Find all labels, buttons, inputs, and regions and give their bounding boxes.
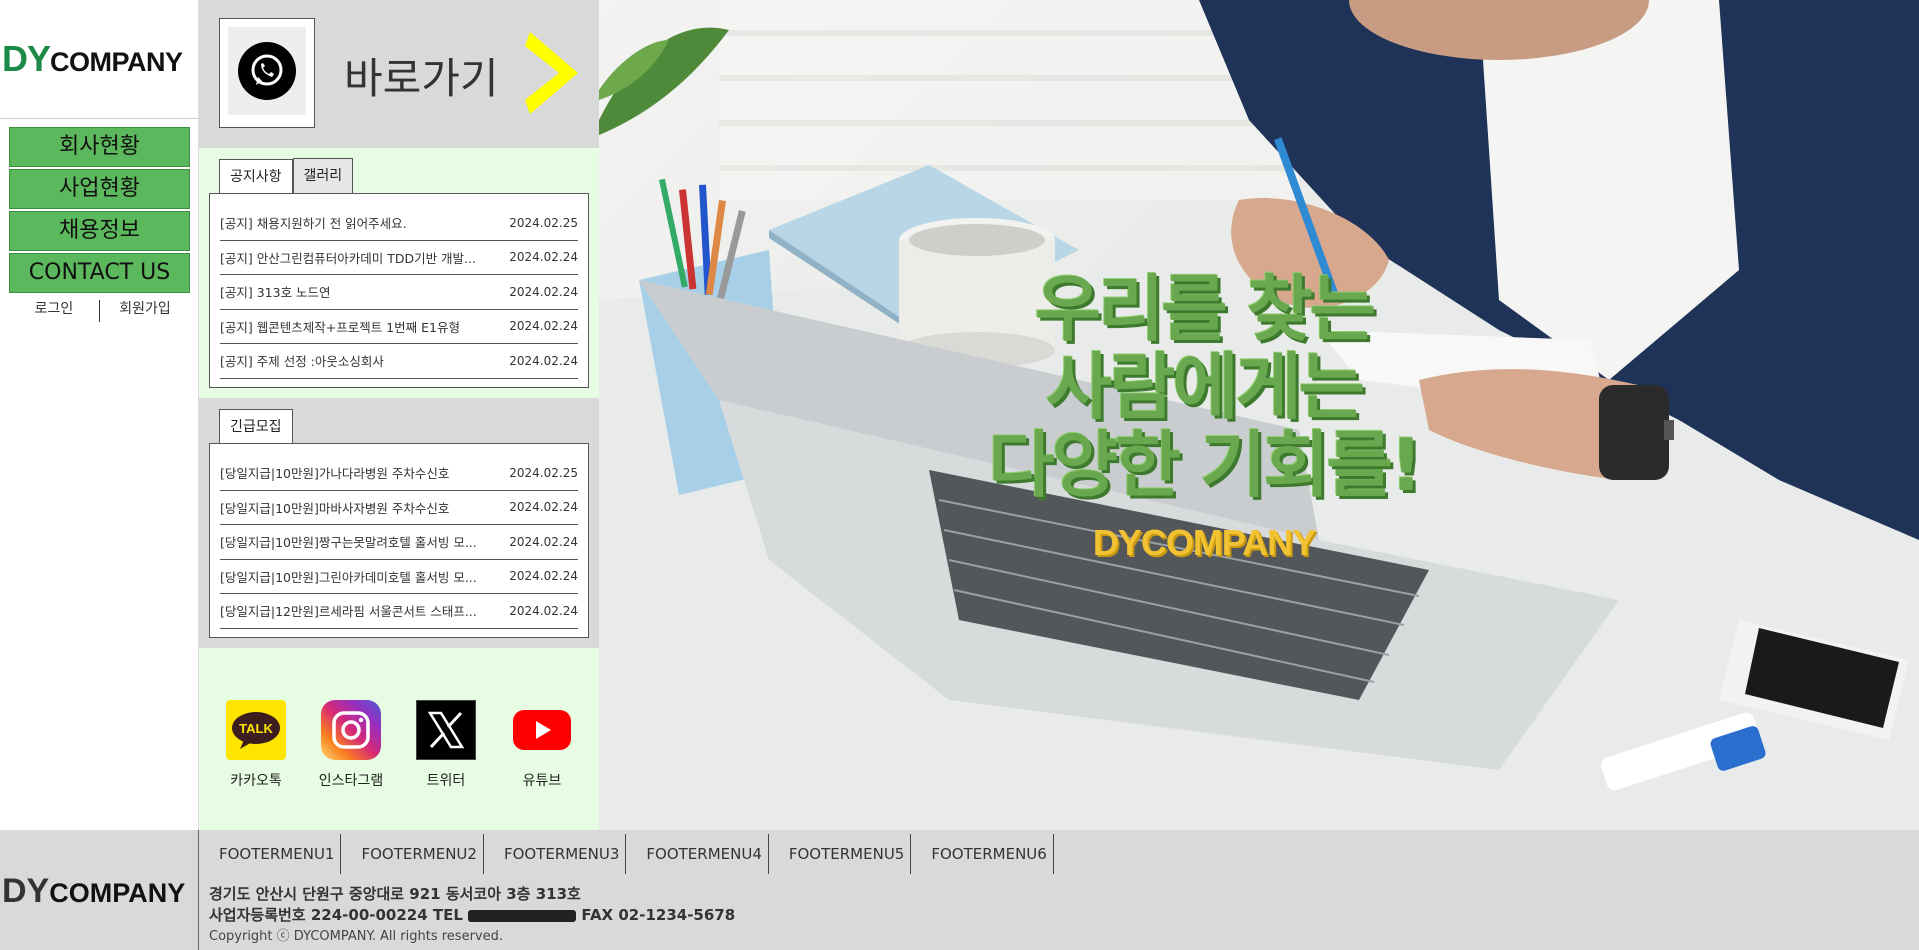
kakaotalk-icon: TALK — [226, 700, 286, 760]
notice-panel: 공지사항 갤러리 [공지] 채용지원하기 전 읽어주세요. 2024.02.25 … — [199, 148, 599, 398]
sidebar: DYCOMPANY 회사현황 사업현황 채용정보 CONTACT US 로그인 … — [0, 0, 199, 830]
urgent-list: [당일지급|10만원]가나다라병원 주차수신호 2024.02.25 [당일지급|… — [209, 443, 589, 638]
footer-logo-dy: DY — [2, 872, 50, 910]
footer-menu-6[interactable]: FOOTERMENU6 — [911, 834, 1054, 874]
kakaotalk-link[interactable]: TALK 카카오톡 — [221, 700, 291, 790]
notice-date: 2024.02.24 — [509, 319, 578, 334]
menu-business-status[interactable]: 사업현황 — [9, 169, 190, 209]
login-link[interactable]: 로그인 — [9, 298, 99, 322]
notice-title: [공지] 안산그린컴퓨터아카데미 TDD기반 개발... — [220, 250, 476, 266]
tab-gallery[interactable]: 갤러리 — [292, 158, 354, 194]
list-item[interactable]: [공지] 313호 노드연 2024.02.24 — [220, 275, 578, 310]
company-logo[interactable]: DYCOMPANY — [2, 38, 183, 80]
logo-dy: DY — [2, 38, 51, 79]
job-title: [당일지급|12만원]르세라핌 서울콘서트 스태프... — [220, 604, 477, 620]
job-title: [당일지급|10만원]그린아카데미호텔 홀서빙 모... — [220, 569, 477, 585]
shortcut-banner[interactable]: 바로가기 — [199, 0, 599, 148]
hero-brand: DYCOMPANY — [1092, 522, 1316, 563]
footer-menu-2[interactable]: FOOTERMENU2 — [341, 834, 484, 874]
notice-title: [공지] 채용지원하기 전 읽어주세요. — [220, 216, 407, 232]
instagram-label: 인스타그램 — [318, 773, 384, 789]
job-date: 2024.02.25 — [509, 465, 578, 480]
footer-business-line: 사업자등록번호 224-00-00224 TEL FAX 02-1234-567… — [209, 905, 735, 926]
footer-logo[interactable]: DYCOMPANY — [2, 872, 185, 911]
tab-notice[interactable]: 공지사항 — [219, 159, 293, 195]
biz-label: 사업자등록번호 — [209, 906, 306, 924]
youtube-link[interactable]: 유튜브 — [507, 700, 577, 790]
hero-headline: 우리를 찾는 사람에게는 다양한 기회를! DYCOMPANY — [969, 270, 1439, 564]
tab-urgent-recruit[interactable]: 긴급모집 — [219, 409, 293, 445]
list-item[interactable]: [당일지급|10만원]마바사자병원 주차수신호 2024.02.24 — [220, 491, 578, 525]
social-links: TALK 카카오톡 인스타그램 트위터 유튜브 — [199, 648, 599, 830]
youtube-icon — [512, 700, 572, 760]
shortcut-label: 바로가기 — [344, 54, 499, 103]
notice-date: 2024.02.24 — [509, 353, 578, 368]
notice-title: [공지] 웹콘텐츠제작+프로젝트 1번째 E1유형 — [220, 319, 460, 335]
footer-logo-company: COMPANY — [49, 878, 186, 908]
footer: DYCOMPANY FOOTERMENU1 FOOTERMENU2 FOOTER… — [0, 830, 1919, 950]
footer-menu-5[interactable]: FOOTERMENU5 — [769, 834, 912, 874]
hero-banner: 우리를 찾는 사람에게는 다양한 기회를! DYCOMPANY — [599, 0, 1919, 830]
menu-contact-us[interactable]: CONTACT US — [9, 253, 190, 293]
redacted-phone — [468, 909, 577, 922]
fax-number: FAX 02-1234-5678 — [581, 906, 736, 924]
job-date: 2024.02.24 — [509, 500, 578, 515]
notice-list: [공지] 채용지원하기 전 읽어주세요. 2024.02.25 [공지] 안산그린… — [209, 193, 589, 388]
footer-menu-4[interactable]: FOOTERMENU4 — [626, 834, 769, 874]
hero-line-1: 우리를 찾는 — [1034, 267, 1376, 351]
job-date: 2024.02.24 — [509, 569, 578, 584]
middle-column: 바로가기 공지사항 갤러리 [공지] 채용지원하기 전 읽어주세요. 2024.0… — [199, 0, 599, 830]
notice-tabs: 공지사항 갤러리 — [219, 158, 354, 195]
job-date: 2024.02.24 — [509, 534, 578, 549]
hero-line-2: 사람에게는 — [1045, 345, 1365, 429]
copyright: Copyright ⓒ DYCOMPANY. All rights reserv… — [209, 929, 503, 944]
logo-divider — [0, 118, 199, 119]
instagram-icon — [321, 700, 381, 760]
whatsapp-icon-frame — [228, 27, 306, 115]
twitter-label: 트위터 — [426, 773, 466, 789]
list-item[interactable]: [당일지급|10만원]가나다라병원 주차수신호 2024.02.25 — [220, 456, 578, 491]
instagram-link[interactable]: 인스타그램 — [316, 700, 386, 790]
job-title: [당일지급|10만원]가나다라병원 주차수신호 — [220, 466, 450, 482]
list-item[interactable]: [당일지급|12만원]르세라핌 서울콘서트 스태프... 2024.02.24 — [220, 594, 578, 629]
x-twitter-icon — [416, 700, 476, 760]
tel-label: TEL — [432, 906, 463, 924]
footer-address: 경기도 안산시 단원구 중앙대로 921 동서코아 3층 313호 — [209, 885, 581, 903]
footer-info: 경기도 안산시 단원구 중앙대로 921 동서코아 3층 313호 사업자등록번… — [209, 884, 735, 947]
job-title: [당일지급|10만원]마바사자병원 주차수신호 — [220, 500, 450, 516]
youtube-label: 유튜브 — [522, 773, 562, 789]
notice-date: 2024.02.24 — [509, 250, 578, 265]
main-menu: 회사현황 사업현황 채용정보 CONTACT US — [9, 127, 190, 295]
urgent-panel: 긴급모집 [당일지급|10만원]가나다라병원 주차수신호 2024.02.25 [… — [199, 398, 599, 648]
notice-date: 2024.02.24 — [509, 284, 578, 299]
notice-title: [공지] 313호 노드연 — [220, 285, 331, 301]
chevron-right-icon[interactable] — [524, 28, 584, 118]
list-item[interactable]: [당일지급|10만원]그린아카데미호텔 홀서빙 모... 2024.02.24 — [220, 560, 578, 594]
notice-title: [공지] 주제 선정 :아웃소싱회사 — [220, 354, 384, 370]
menu-recruitment[interactable]: 채용정보 — [9, 211, 190, 251]
list-item[interactable]: [공지] 안산그린컴퓨터아카데미 TDD기반 개발... 2024.02.24 — [220, 241, 578, 275]
list-item[interactable]: [공지] 채용지원하기 전 읽어주세요. 2024.02.25 — [220, 206, 578, 241]
list-item[interactable]: [공지] 웹콘텐츠제작+프로젝트 1번째 E1유형 2024.02.24 — [220, 310, 578, 344]
whatsapp-icon — [238, 42, 296, 100]
job-date: 2024.02.24 — [509, 603, 578, 618]
whatsapp-button[interactable] — [219, 18, 315, 128]
logo-company: COMPANY — [50, 47, 183, 77]
kakaotalk-icon-text: TALK — [239, 721, 273, 736]
biz-number: 224-00-00224 — [310, 906, 428, 924]
urgent-tabs: 긴급모집 — [219, 408, 293, 445]
hero-line-3: 다양한 기회를! — [988, 423, 1422, 507]
kakaotalk-label: 카카오톡 — [230, 773, 282, 789]
job-title: [당일지급|10만원]짱구는못말려호텔 홀서빙 모... — [220, 535, 477, 551]
notice-date: 2024.02.25 — [509, 215, 578, 230]
twitter-link[interactable]: 트위터 — [411, 700, 481, 790]
list-item[interactable]: [공지] 주제 선정 :아웃소싱회사 2024.02.24 — [220, 344, 578, 379]
footer-menu-1[interactable]: FOOTERMENU1 — [199, 834, 342, 874]
list-item[interactable]: [당일지급|10만원]짱구는못말려호텔 홀서빙 모... 2024.02.24 — [220, 525, 578, 560]
auth-links: 로그인 회원가입 — [9, 298, 190, 322]
footer-menu: FOOTERMENU1 FOOTERMENU2 FOOTERMENU3 FOOT… — [199, 834, 1054, 874]
menu-company-status[interactable]: 회사현황 — [9, 127, 190, 167]
signup-link[interactable]: 회원가입 — [100, 298, 190, 322]
footer-menu-3[interactable]: FOOTERMENU3 — [484, 834, 627, 874]
